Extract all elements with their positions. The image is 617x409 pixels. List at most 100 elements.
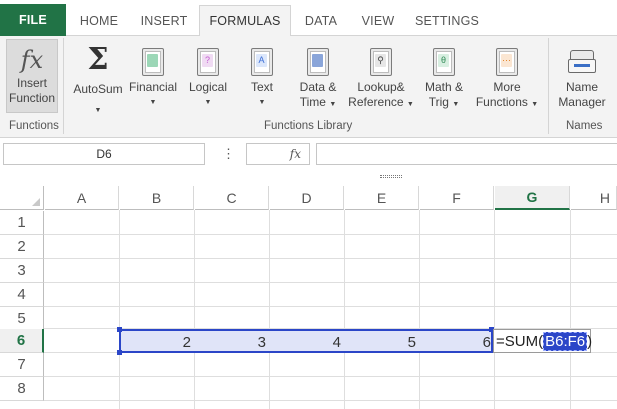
calendar-book-icon [307, 48, 329, 76]
cell-g6-editor[interactable]: =SUM(B6:F6) [493, 329, 593, 353]
gridline [419, 210, 420, 409]
gridline [44, 282, 617, 283]
logical-button[interactable]: ? Logical ▼ [184, 36, 232, 120]
row-header-7[interactable]: 7 [0, 353, 44, 377]
resize-grip-icon[interactable] [380, 175, 402, 178]
cell-e6[interactable]: 5 [345, 330, 419, 354]
gridline [269, 210, 270, 409]
tab-home[interactable]: HOME [69, 5, 129, 36]
formula-range-reference: B6:F6 [543, 331, 588, 351]
cell-b6[interactable]: 2 [120, 330, 194, 354]
fx-button[interactable]: fx [246, 143, 310, 165]
lookup-label-1: Lookup& [357, 80, 405, 94]
gridline [119, 210, 120, 409]
gridline [44, 400, 617, 401]
math-trig-button[interactable]: θ Math & Trig ▼ [418, 36, 470, 120]
tab-data[interactable]: DATA [293, 5, 349, 36]
group-label-functions-library: Functions Library [264, 120, 353, 132]
column-header-f[interactable]: F [420, 186, 494, 210]
more-book-icon: ··· [496, 48, 518, 76]
row-header-4[interactable]: 4 [0, 283, 44, 307]
math-trig-label-1: Math & [424, 80, 463, 94]
financial-book-icon [142, 48, 164, 76]
chevron-down-icon: ▼ [94, 107, 102, 114]
text-book-icon: A [251, 48, 273, 76]
spreadsheet-app: FILE HOME INSERT FORMULAS DATA VIEW SETT… [0, 0, 617, 409]
gridline [44, 258, 617, 259]
row-header-2[interactable]: 2 [0, 235, 44, 259]
more-functions-label-1: More [493, 80, 521, 94]
date-time-label-2: Time ▼ [299, 95, 337, 109]
select-all-corner[interactable] [0, 186, 44, 210]
gridline [570, 210, 571, 409]
insert-function-button[interactable]: fx Insert Function [6, 39, 58, 113]
row-header-1[interactable]: 1 [0, 211, 44, 235]
autosum-button[interactable]: Σ AutoSum ▼ [70, 36, 126, 120]
gridline [494, 210, 495, 409]
tab-formulas[interactable]: FORMULAS [199, 5, 291, 37]
row-header-6[interactable]: 6 [0, 329, 44, 353]
financial-label: Financial [128, 80, 178, 94]
gridline [194, 210, 195, 409]
gridline [44, 376, 617, 377]
tab-file[interactable]: FILE [0, 4, 66, 36]
lookup-label-2: Reference ▼ [348, 95, 414, 109]
chevron-down-icon: ▼ [258, 99, 266, 106]
insert-function-label-2: Function [8, 91, 56, 105]
logical-book-icon: ? [197, 48, 219, 76]
group-label-functions: Functions [9, 120, 59, 132]
autosum-label: AutoSum [73, 82, 123, 96]
formulas-ribbon: fx Insert Function Functions Σ AutoSum ▼… [0, 36, 617, 138]
text-button[interactable]: A Text ▼ [240, 36, 284, 120]
column-header-a[interactable]: A [45, 186, 119, 210]
cell-c6[interactable]: 3 [195, 330, 269, 354]
chevron-down-icon: ▼ [204, 99, 212, 106]
tab-view[interactable]: VIEW [352, 5, 404, 36]
ribbon-tab-bar: FILE HOME INSERT FORMULAS DATA VIEW SETT… [0, 0, 617, 37]
name-box[interactable]: D6 [3, 143, 205, 165]
cell-f6[interactable]: 6 [420, 330, 494, 354]
ribbon-divider [63, 38, 64, 134]
more-functions-label-2: Functions ▼ [475, 95, 539, 109]
more-options-icon[interactable]: ⋮ [222, 146, 235, 162]
column-header-g[interactable]: G [495, 186, 570, 210]
lookup-book-icon: ⚲ [370, 48, 392, 76]
theta-book-icon: θ [433, 48, 455, 76]
math-trig-label-2: Trig ▼ [428, 95, 460, 109]
cell-d6[interactable]: 4 [270, 330, 344, 354]
gridline [44, 306, 617, 307]
group-label-names: Names [566, 120, 603, 132]
fx-icon: fx [20, 46, 44, 74]
column-header-e[interactable]: E [345, 186, 419, 210]
chevron-down-icon: ▼ [149, 99, 157, 106]
logical-label: Logical [188, 80, 228, 94]
tab-insert[interactable]: INSERT [133, 5, 195, 36]
insert-function-label-1: Insert [16, 76, 47, 90]
gridline [44, 234, 617, 235]
column-header-c[interactable]: C [195, 186, 269, 210]
column-header-b[interactable]: B [120, 186, 194, 210]
row-header-3[interactable]: 3 [0, 259, 44, 283]
date-time-label-1: Data & [299, 80, 337, 94]
name-manager-label-2: Manager [558, 95, 606, 109]
formula-prefix: =SUM( [496, 332, 544, 350]
gridline [344, 210, 345, 409]
more-functions-button[interactable]: ··· More Functions ▼ [474, 36, 540, 120]
column-header-h[interactable]: H [571, 186, 617, 210]
ribbon-divider [548, 38, 549, 134]
row-header-5[interactable]: 5 [0, 307, 44, 331]
lookup-reference-button[interactable]: ⚲ Lookup& Reference ▼ [346, 36, 416, 120]
financial-button[interactable]: Financial ▼ [128, 36, 178, 120]
worksheet-grid[interactable]: A B C D E F G H 1 2 3 4 5 6 7 8 2 3 4 5 … [0, 182, 617, 409]
text-label: Text [250, 80, 273, 94]
column-header-d[interactable]: D [270, 186, 344, 210]
row-header-8[interactable]: 8 [0, 377, 44, 401]
sigma-icon: Σ [87, 42, 109, 77]
name-manager-label-1: Name [565, 80, 598, 94]
formula-input[interactable] [316, 143, 617, 165]
date-time-button[interactable]: Data & Time ▼ [292, 36, 344, 120]
formula-suffix: ) [587, 332, 593, 350]
formula-bar: D6 ⋮ fx [0, 138, 617, 182]
name-manager-button[interactable]: Name Manager [553, 36, 611, 120]
tab-settings[interactable]: SETTINGS [408, 5, 486, 36]
